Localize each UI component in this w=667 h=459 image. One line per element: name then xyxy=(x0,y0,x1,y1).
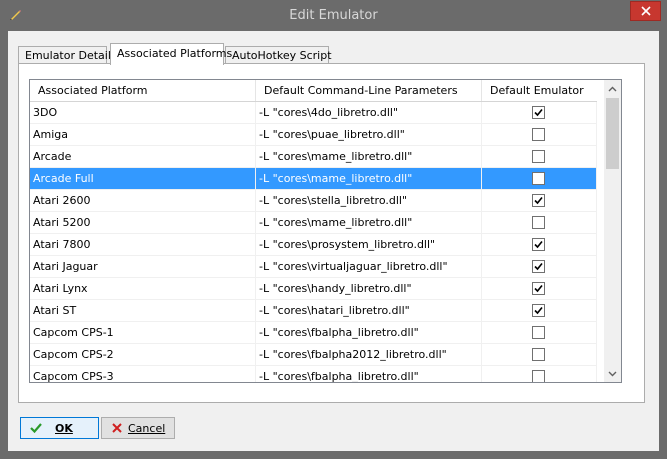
cancel-label: Cancel xyxy=(128,421,166,435)
platform-cell[interactable]: 3DO xyxy=(30,102,256,123)
platforms-grid: Associated Platform Default Command-Line… xyxy=(29,79,622,383)
default-emulator-checkbox[interactable] xyxy=(532,238,545,251)
default-emulator-checkbox[interactable] xyxy=(532,194,545,207)
params-cell[interactable]: -L "cores\puae_libretro.dll" xyxy=(256,124,482,145)
close-icon xyxy=(640,6,651,16)
column-header-default[interactable]: Default Emulator xyxy=(482,80,597,101)
column-header-platform[interactable]: Associated Platform xyxy=(30,80,256,101)
x-icon xyxy=(110,421,124,435)
default-emulator-cell xyxy=(482,146,597,167)
grid-rows: 3DO -L "cores\4do_libretro.dll" Amiga -L "c… xyxy=(30,102,597,382)
table-row[interactable]: Atari 5200 -L "cores\mame_libretro.dll" xyxy=(30,212,597,234)
checkmark-icon xyxy=(534,196,543,205)
params-cell[interactable]: -L "cores\fbalpha2012_libretro.dll" xyxy=(256,344,482,365)
cancel-button[interactable]: Cancel xyxy=(101,417,175,439)
default-emulator-cell xyxy=(482,234,597,255)
default-emulator-checkbox[interactable] xyxy=(532,106,545,119)
default-emulator-checkbox[interactable] xyxy=(532,370,545,382)
platform-cell[interactable]: Atari Lynx xyxy=(30,278,256,299)
params-cell[interactable]: -L "cores\mame_libretro.dll" xyxy=(256,212,482,233)
table-row[interactable]: Amiga -L "cores\puae_libretro.dll" xyxy=(30,124,597,146)
params-cell[interactable]: -L "cores\mame_libretro.dll" xyxy=(256,168,482,189)
checkmark-icon xyxy=(534,240,543,249)
default-emulator-cell xyxy=(482,322,597,343)
params-cell[interactable]: -L "cores\prosystem_libretro.dll" xyxy=(256,234,482,255)
table-row[interactable]: Atari Jaguar -L "cores\virtualjaguar_libr… xyxy=(30,256,597,278)
platform-cell[interactable]: Amiga xyxy=(30,124,256,145)
platform-cell[interactable]: Capcom CPS-1 xyxy=(30,322,256,343)
table-row[interactable]: Capcom CPS-3 -L "cores\fbalpha_libretro.d… xyxy=(30,366,597,382)
platform-cell[interactable]: Atari 2600 xyxy=(30,190,256,211)
chevron-down-icon xyxy=(608,371,617,376)
default-emulator-cell xyxy=(482,256,597,277)
default-emulator-cell xyxy=(482,124,597,145)
default-emulator-cell xyxy=(482,190,597,211)
platform-cell[interactable]: Arcade Full xyxy=(30,168,256,189)
default-emulator-checkbox[interactable] xyxy=(532,282,545,295)
platform-cell[interactable]: Atari Jaguar xyxy=(30,256,256,277)
platform-cell[interactable]: Atari ST xyxy=(30,300,256,321)
chevron-up-icon xyxy=(608,86,617,91)
table-row[interactable]: 3DO -L "cores\4do_libretro.dll" xyxy=(30,102,597,124)
params-cell[interactable]: -L "cores\fbalpha_libretro.dll" xyxy=(256,366,482,382)
table-row[interactable]: Atari 7800 -L "cores\prosystem_libretro.d… xyxy=(30,234,597,256)
default-emulator-checkbox[interactable] xyxy=(532,304,545,317)
table-row[interactable]: Arcade Full -L "cores\mame_libretro.dll" xyxy=(30,168,597,190)
platform-cell[interactable]: Capcom CPS-3 xyxy=(30,366,256,382)
default-emulator-cell xyxy=(482,278,597,299)
default-emulator-cell xyxy=(482,168,597,189)
check-icon xyxy=(29,421,43,435)
edit-emulator-window: Edit Emulator Emulator Details Associate… xyxy=(0,0,667,459)
tab-autohotkey-script[interactable]: AutoHotkey Script xyxy=(225,46,332,64)
checkmark-icon xyxy=(534,108,543,117)
default-emulator-cell xyxy=(482,344,597,365)
default-emulator-cell xyxy=(482,366,597,382)
ok-button[interactable]: OK xyxy=(20,417,99,439)
checkmark-icon xyxy=(534,306,543,315)
close-button[interactable] xyxy=(630,1,661,21)
table-row[interactable]: Atari 2600 -L "cores\stella_libretro.dll" xyxy=(30,190,597,212)
scroll-up-arrow[interactable] xyxy=(604,80,621,97)
default-emulator-cell xyxy=(482,300,597,321)
vertical-scrollbar[interactable] xyxy=(604,80,621,382)
platform-cell[interactable]: Atari 5200 xyxy=(30,212,256,233)
default-emulator-cell xyxy=(482,102,597,123)
default-emulator-checkbox[interactable] xyxy=(532,326,545,339)
column-header-params[interactable]: Default Command-Line Parameters xyxy=(256,80,482,101)
dialog-body: Emulator Details Associated Platforms Au… xyxy=(8,31,659,451)
table-row[interactable]: Capcom CPS-2 -L "cores\fbalpha2012_libret… xyxy=(30,344,597,366)
default-emulator-checkbox[interactable] xyxy=(532,216,545,229)
params-cell[interactable]: -L "cores\virtualjaguar_libretro.dll" xyxy=(256,256,482,277)
default-emulator-checkbox[interactable] xyxy=(532,172,545,185)
params-cell[interactable]: -L "cores\4do_libretro.dll" xyxy=(256,102,482,123)
default-emulator-checkbox[interactable] xyxy=(532,128,545,141)
table-row[interactable]: Arcade -L "cores\mame_libretro.dll" xyxy=(30,146,597,168)
table-row[interactable]: Atari ST -L "cores\hatari_libretro.dll" xyxy=(30,300,597,322)
scroll-thumb[interactable] xyxy=(606,98,619,169)
params-cell[interactable]: -L "cores\handy_libretro.dll" xyxy=(256,278,482,299)
table-row[interactable]: Capcom CPS-1 -L "cores\fbalpha_libretro.d… xyxy=(30,322,597,344)
ok-label: OK xyxy=(55,421,73,435)
params-cell[interactable]: -L "cores\stella_libretro.dll" xyxy=(256,190,482,211)
table-row[interactable]: Atari Lynx -L "cores\handy_libretro.dll" xyxy=(30,278,597,300)
params-cell[interactable]: -L "cores\fbalpha_libretro.dll" xyxy=(256,322,482,343)
tab-associated-platforms[interactable]: Associated Platforms xyxy=(110,43,232,65)
platform-cell[interactable]: Arcade xyxy=(30,146,256,167)
scroll-down-arrow[interactable] xyxy=(604,365,621,382)
title-bar: Edit Emulator xyxy=(0,0,667,32)
params-cell[interactable]: -L "cores\mame_libretro.dll" xyxy=(256,146,482,167)
default-emulator-checkbox[interactable] xyxy=(532,260,545,273)
checkmark-icon xyxy=(534,284,543,293)
window-title: Edit Emulator xyxy=(289,8,378,23)
default-emulator-checkbox[interactable] xyxy=(532,348,545,361)
checkmark-icon xyxy=(534,262,543,271)
platform-cell[interactable]: Capcom CPS-2 xyxy=(30,344,256,365)
tab-emulator-details[interactable]: Emulator Details xyxy=(18,46,117,64)
default-emulator-checkbox[interactable] xyxy=(532,150,545,163)
default-emulator-cell xyxy=(482,212,597,233)
params-cell[interactable]: -L "cores\hatari_libretro.dll" xyxy=(256,300,482,321)
grid-header: Associated Platform Default Command-Line… xyxy=(30,80,597,102)
platform-cell[interactable]: Atari 7800 xyxy=(30,234,256,255)
